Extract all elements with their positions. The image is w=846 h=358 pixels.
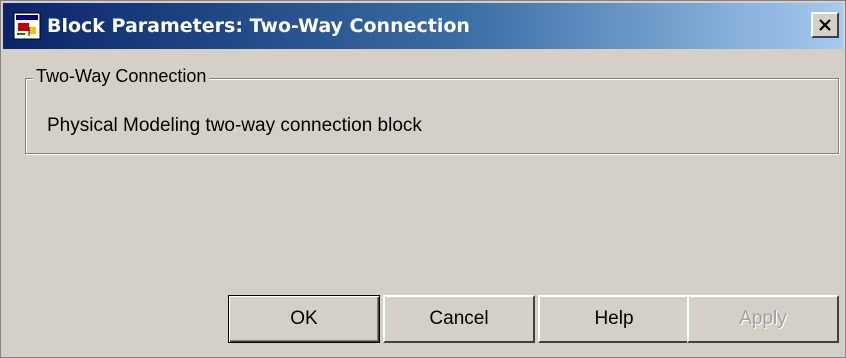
ok-button[interactable]: OK	[228, 295, 380, 343]
close-icon	[819, 19, 831, 31]
block-description: Physical Modeling two-way connection blo…	[47, 115, 422, 136]
groupbox-legend: Two-Way Connection	[33, 64, 210, 88]
help-button[interactable]: Help	[538, 295, 690, 343]
block-parameters-dialog: Block Parameters: Two-Way Connection Two…	[0, 0, 846, 358]
apply-button[interactable]: Apply	[687, 295, 839, 343]
simulink-block-icon	[13, 12, 41, 40]
title-bar[interactable]: Block Parameters: Two-Way Connection	[3, 3, 843, 49]
window-title: Block Parameters: Two-Way Connection	[47, 15, 470, 37]
cancel-button[interactable]: Cancel	[383, 295, 535, 343]
close-button[interactable]	[811, 12, 839, 38]
